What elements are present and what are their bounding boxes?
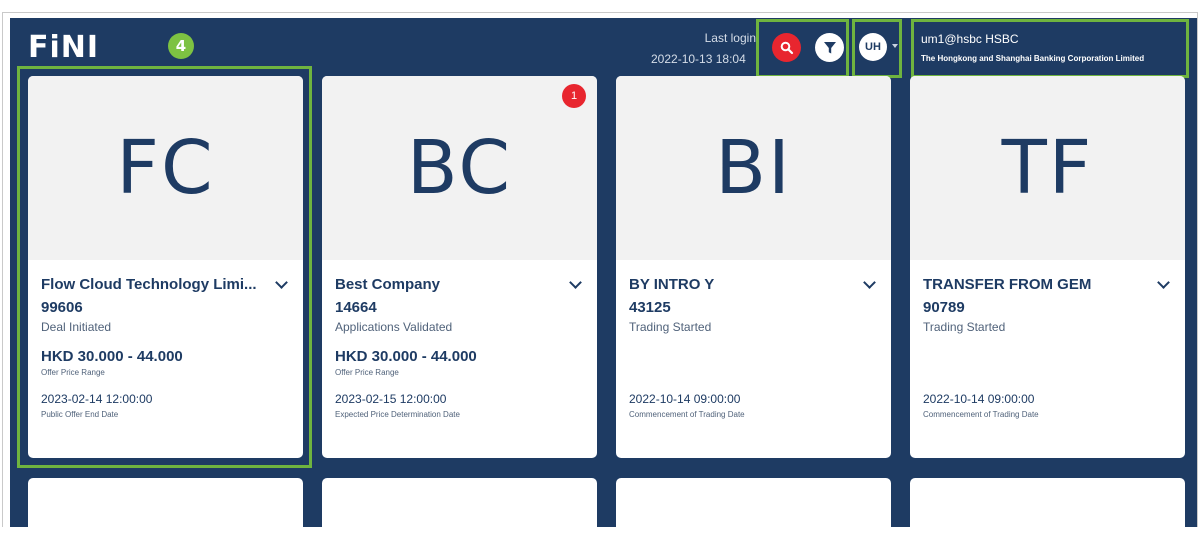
chevron-down-icon[interactable] [863,276,876,289]
key-date-label: Commencement of Trading Date [629,410,745,419]
key-date-label: Expected Price Determination Date [335,410,460,419]
key-date: 2022-10-14 09:00:00 [629,392,741,406]
deal-status: Trading Started [629,320,712,334]
chevron-down-icon[interactable] [275,276,288,289]
notification-badge[interactable]: 1 [562,84,586,108]
key-date: 2023-02-14 12:00:00 [41,392,153,406]
stock-code: 43125 [629,299,671,316]
last-login-label: Last login [704,31,756,45]
last-login-time: 2022-10-13 18:04 [651,52,746,66]
deal-card-partial[interactable] [616,478,891,538]
offer-price-range-label [923,368,1172,378]
deal-status: Trading Started [923,320,1006,334]
stock-code: 90789 [923,299,965,316]
stock-code: 99606 [41,299,83,316]
offer-price-range-label: Offer Price Range [41,368,105,377]
company-name: BY INTRO Y [629,276,715,293]
card-banner: BI [616,76,891,260]
card-initials: TF [1001,125,1094,211]
key-date-label: Commencement of Trading Date [923,410,1039,419]
highlight-box-avatar [852,19,902,78]
card-details: TRANSFER FROM GEM 90789 Trading Started … [910,260,1185,419]
card-banner: FC [28,76,303,260]
app-logo: FiNI [28,30,100,65]
stock-code: 14664 [335,299,377,316]
highlight-box-user-info [911,19,1189,78]
card-initials: BC [406,125,513,211]
deal-card-partial[interactable] [28,478,303,538]
company-name: TRANSFER FROM GEM [923,276,1092,293]
card-banner: TF [910,76,1185,260]
chevron-down-icon[interactable] [569,276,582,289]
deal-card-partial[interactable] [910,478,1185,538]
offer-price-range-label [629,368,878,378]
card-details: Flow Cloud Technology Limi... 99606 Deal… [28,260,303,419]
deal-status: Applications Validated [335,320,453,334]
card-initials: BI [715,125,792,211]
card-banner: BC [322,76,597,260]
deal-status: Deal Initiated [41,320,112,334]
company-name: Best Company [335,276,441,293]
deal-card-partial[interactable] [322,478,597,538]
card-details: Best Company 14664 Applications Validate… [322,260,597,419]
deal-card[interactable]: TF TRANSFER FROM GEM 90789 Trading Start… [910,76,1185,458]
chevron-down-icon[interactable] [1157,276,1170,289]
offer-price-range [629,348,878,366]
offer-price-range-label: Offer Price Range [335,368,399,377]
highlight-box-search-filter [756,19,849,78]
key-date-label: Public Offer End Date [41,410,119,419]
annotation-badge-4: 4 [168,33,194,59]
offer-price-range [923,348,1172,366]
card-details: BY INTRO Y 43125 Trading Started 2022-10… [616,260,891,419]
offer-price-range: HKD 30.000 - 44.000 [335,348,477,365]
deal-card[interactable]: BC Best Company 14664 Applications Valid… [322,76,597,458]
deal-card[interactable]: FC Flow Cloud Technology Limi... 99606 D… [28,76,303,458]
company-name: Flow Cloud Technology Limi... [41,276,257,293]
deal-card[interactable]: BI BY INTRO Y 43125 Trading Started 2022… [616,76,891,458]
card-initials: FC [116,125,215,211]
key-date: 2023-02-15 12:00:00 [335,392,447,406]
offer-price-range: HKD 30.000 - 44.000 [41,348,183,365]
key-date: 2022-10-14 09:00:00 [923,392,1035,406]
